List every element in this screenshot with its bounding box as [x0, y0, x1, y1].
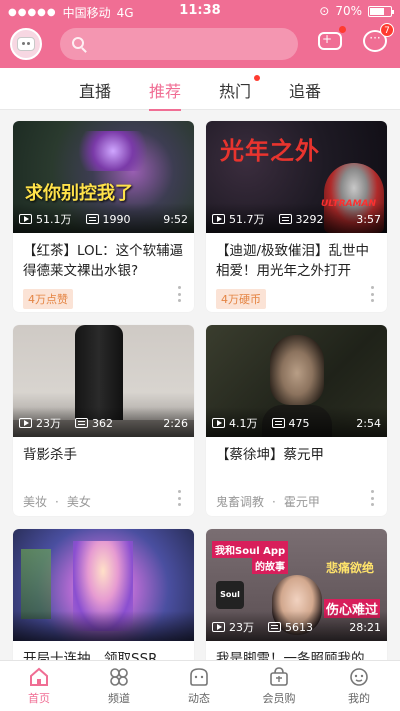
- soul-logo: Soul: [216, 581, 244, 609]
- thumb-caption: 的故事: [252, 557, 288, 574]
- category-tag[interactable]: 美妆: [23, 493, 47, 510]
- tab-hot[interactable]: 热门: [219, 75, 261, 102]
- hot-dot: [254, 75, 261, 81]
- danmaku-icon: [85, 214, 99, 224]
- video-title[interactable]: 【红茶】LOL：这个软辅逼得德莱文裸出水银?: [23, 241, 184, 281]
- top-tabs: 直播 推荐 热门 追番: [0, 68, 400, 111]
- video-thumbnail[interactable]: 23万 362 2:26: [13, 325, 194, 437]
- video-card[interactable]: 光年之外 ULTRAMAN 51.7万 3292 3:57 【迪迦/极致催泪】乱…: [206, 121, 387, 312]
- danmaku-icon: [75, 418, 88, 428]
- channel-icon: [108, 667, 130, 687]
- danmaku-count: 1990: [102, 212, 131, 226]
- view-count: 4.1万: [229, 417, 258, 430]
- duration: 3:57: [356, 212, 381, 226]
- thumb-caption: 悲痛欲绝: [326, 561, 375, 575]
- video-stats: 4.1万 475 2:54: [212, 415, 381, 431]
- video-title[interactable]: 【蔡徐坤】蔡元甲: [216, 445, 377, 465]
- bottom-nav: 首页 频道 动态 会员购 我的: [0, 660, 400, 711]
- nav-home[interactable]: 首页: [9, 667, 69, 706]
- danmaku-count: 3292: [295, 212, 324, 226]
- duration: 9:52: [163, 212, 188, 226]
- danmaku-icon: [268, 622, 281, 632]
- face-figure: [270, 335, 324, 405]
- duration: 2:26: [163, 416, 188, 430]
- avatar[interactable]: [10, 28, 42, 60]
- more-options-icon[interactable]: [371, 286, 375, 302]
- shop-icon: [268, 667, 290, 687]
- danmaku-count: 475: [288, 416, 310, 430]
- battery-percent: 70%: [335, 4, 362, 18]
- category-tag[interactable]: 鬼畜调教: [216, 493, 264, 510]
- duration: 2:54: [356, 416, 381, 430]
- play-count-icon: [212, 622, 225, 632]
- stat-tag: 4万硬币: [216, 289, 266, 309]
- video-stats: 23万 5613 28:21: [212, 619, 381, 635]
- video-card[interactable]: 求你别控我了 51.1万 1990 9:52 【红茶】LOL：这个软辅逼得德莱文…: [13, 121, 194, 312]
- game-center-icon[interactable]: [318, 26, 346, 50]
- play-count-icon: [19, 214, 32, 224]
- video-card[interactable]: 4.1万 475 2:54 【蔡徐坤】蔡元甲 鬼畜调教 · 霍元甲: [206, 325, 387, 516]
- search-bar[interactable]: [60, 28, 298, 60]
- home-icon: [28, 667, 50, 687]
- video-thumbnail[interactable]: 光年之外 ULTRAMAN 51.7万 3292 3:57: [206, 121, 387, 233]
- video-stats: 23万 362 2:26: [19, 415, 188, 431]
- play-count-icon: [19, 418, 32, 428]
- danmaku-count: 5613: [285, 620, 313, 634]
- video-title[interactable]: 背影杀手: [23, 445, 184, 465]
- tv-mascot-icon: [17, 37, 35, 51]
- moments-icon: [188, 667, 210, 687]
- status-bar: ●●●●● 中国移动 4G 11:38 ⊙ 70%: [0, 0, 400, 22]
- battery-icon: [368, 5, 394, 17]
- active-tab-indicator: [149, 109, 182, 111]
- view-count: 51.1万: [36, 213, 72, 226]
- duration: 28:21: [349, 620, 381, 634]
- video-thumbnail[interactable]: 4.1万 475 2:54: [206, 325, 387, 437]
- notification-dot: [339, 26, 346, 33]
- category-tag[interactable]: 霍元甲: [284, 493, 320, 510]
- message-badge: 7: [380, 23, 394, 37]
- danmaku-icon: [271, 418, 285, 428]
- tab-bangumi[interactable]: 追番: [289, 78, 321, 102]
- video-stats: 51.1万 1990 9:52: [19, 211, 188, 227]
- message-icon[interactable]: ··· 7: [363, 23, 394, 52]
- thumb-caption: 我和Soul App: [212, 541, 289, 558]
- tab-recommend[interactable]: 推荐: [149, 78, 182, 111]
- video-thumbnail[interactable]: 求你别控我了 51.1万 1990 9:52: [13, 121, 194, 233]
- video-thumbnail[interactable]: [13, 529, 194, 641]
- nav-moments[interactable]: 动态: [169, 667, 229, 706]
- view-count: 23万: [229, 621, 254, 634]
- app-header: ●●●●● 中国移动 4G 11:38 ⊙ 70% ···7: [0, 0, 400, 68]
- game-effect: [68, 131, 158, 171]
- profile-icon: [348, 667, 370, 687]
- view-count: 51.7万: [229, 213, 265, 226]
- more-options-icon[interactable]: [371, 490, 375, 506]
- danmaku-count: 362: [92, 416, 113, 430]
- video-stats: 51.7万 3292 3:57: [212, 211, 381, 227]
- category-tag[interactable]: 美女: [67, 493, 91, 510]
- nav-shop[interactable]: 会员购: [249, 667, 309, 706]
- thumb-caption: 求你别控我了: [25, 183, 133, 204]
- search-icon: [72, 37, 84, 49]
- video-card[interactable]: 23万 362 2:26 背影杀手 美妆 · 美女: [13, 325, 194, 516]
- danmaku-icon: [278, 214, 292, 224]
- stat-tag: 4万点赞: [23, 289, 73, 309]
- video-thumbnail[interactable]: 我和Soul App 的故事 悲痛欲绝 伤心难过 Soul 23万 5613 2…: [206, 529, 387, 641]
- view-count: 23万: [36, 417, 61, 430]
- lock-rotation-icon: ⊙: [319, 4, 330, 18]
- more-options-icon[interactable]: [178, 286, 182, 302]
- play-count-icon: [212, 418, 225, 428]
- more-options-icon[interactable]: [178, 490, 182, 506]
- thumb-caption: 光年之外: [220, 137, 320, 165]
- video-title[interactable]: 【迪迦/极致催泪】乱世中相爱！用光年之外打开爱…: [216, 241, 377, 281]
- tab-live[interactable]: 直播: [79, 78, 111, 102]
- nav-channel[interactable]: 频道: [89, 667, 149, 706]
- nav-profile[interactable]: 我的: [329, 667, 389, 706]
- play-count-icon: [212, 214, 225, 224]
